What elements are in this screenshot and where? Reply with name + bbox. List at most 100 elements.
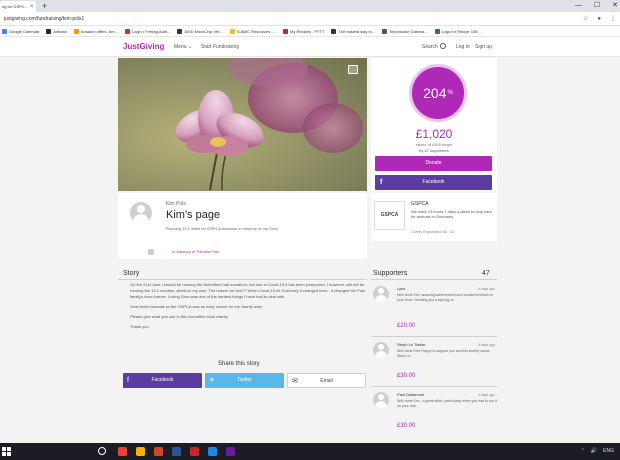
share-twitter-button[interactable]: ✦ Twitter bbox=[205, 373, 284, 388]
bookmark-item[interactable]: Airbase bbox=[46, 28, 67, 34]
supporter-name: Lyns bbox=[397, 286, 406, 291]
facebook-button-label: Facebook bbox=[422, 179, 445, 185]
address-bar-icons: ☆ ● ⋮ bbox=[583, 14, 616, 24]
bookmark-item[interactable]: My Recipes - PTTT bbox=[283, 28, 325, 34]
signup-link[interactable]: Sign up bbox=[475, 43, 492, 51]
volume-icon[interactable]: 🔊 bbox=[591, 447, 597, 456]
bookmark-favicon-icon bbox=[229, 28, 235, 34]
in-memory-link[interactable]: In Memory of Pamela Pols bbox=[172, 249, 219, 255]
search-icon[interactable] bbox=[98, 447, 106, 455]
percent-raised: 204 bbox=[423, 85, 447, 101]
charity-registration: Charity Registration No. 102 bbox=[411, 230, 455, 234]
bookmark-label: My Recipes - PTTT bbox=[290, 28, 325, 34]
bookmark-favicon-icon bbox=[124, 28, 130, 34]
facebook-icon: f bbox=[127, 377, 129, 384]
hero-image[interactable] bbox=[118, 58, 367, 191]
bookmark-item[interactable]: ICAWC Resources -... bbox=[229, 28, 277, 34]
supporters-count-text: by 47 supporters bbox=[419, 148, 449, 153]
share-facebook-button[interactable]: f Facebook bbox=[123, 373, 202, 388]
avatar bbox=[373, 392, 389, 408]
bookmark-item[interactable]: Amazon offers, Am... bbox=[73, 28, 118, 34]
percent-sign: % bbox=[447, 90, 453, 96]
acrobat-icon[interactable] bbox=[190, 447, 199, 456]
charity-name[interactable]: GSPCA bbox=[411, 201, 429, 208]
supporter-time: 4 days ago bbox=[477, 287, 495, 291]
url-field[interactable]: justgiving.com/fundraising/kim-pols1 bbox=[4, 14, 84, 24]
bookmark-label: ICAWC Resources -... bbox=[236, 28, 277, 34]
bookmark-item[interactable]: Login • Frettag Auth... bbox=[124, 28, 170, 34]
share-email-button[interactable]: ✉ Email bbox=[287, 373, 366, 388]
supporter-time: 4 days ago bbox=[477, 393, 495, 397]
close-window-button[interactable]: ✕ bbox=[612, 0, 618, 12]
supporters-count: 47 bbox=[482, 270, 490, 277]
supporter-message: Well done Kim! Happy to support you and … bbox=[397, 349, 490, 358]
charity-description: We work 24 hours 7 days a week to help c… bbox=[411, 209, 492, 219]
bookmark-label: Amazon offers, Am... bbox=[80, 28, 118, 34]
supporters-divider bbox=[371, 279, 497, 280]
office-icon[interactable] bbox=[154, 447, 163, 456]
gallery-icon[interactable] bbox=[348, 65, 358, 74]
donation-panel: 204% £1,020 raised of £500 target by 47 … bbox=[371, 58, 497, 191]
charity-card[interactable]: GSPCA GSPCA We work 24 hours 7 days a we… bbox=[371, 193, 497, 241]
windows-taskbar: ⌃ 🔊 ENG bbox=[0, 443, 620, 460]
supporter-message: Well done Kim, amazing achievement and w… bbox=[397, 293, 494, 302]
bookmark-item[interactable]: Google Calendar bbox=[2, 28, 40, 34]
story-heading: Story bbox=[123, 270, 140, 277]
avatar bbox=[373, 286, 389, 302]
progress-circle: 204% bbox=[409, 64, 467, 122]
chrome-icon[interactable] bbox=[118, 447, 127, 456]
bookmark-item[interactable]: Technicolor Gatewa... bbox=[382, 28, 428, 34]
more-icon[interactable]: ⋮ bbox=[610, 14, 616, 24]
bookmark-label: Logs for Recipe 155... bbox=[441, 28, 481, 34]
search-link[interactable]: Search bbox=[422, 43, 438, 51]
menu-button[interactable]: Menu ⌄ bbox=[174, 43, 192, 51]
page-owner-card: Kim Pols Kim's page Running 13.1 miles f… bbox=[118, 193, 367, 259]
justgiving-logo[interactable]: JustGiving bbox=[123, 42, 164, 52]
bookmark-favicon-icon bbox=[331, 28, 337, 34]
email-icon: ✉ bbox=[292, 378, 298, 385]
tray-expand-icon[interactable]: ⌃ bbox=[581, 447, 585, 456]
mail-icon[interactable] bbox=[208, 447, 217, 456]
star-icon[interactable]: ☆ bbox=[583, 14, 588, 24]
language-indicator[interactable]: ENG bbox=[603, 447, 614, 456]
page-owner[interactable]: Kim Pols bbox=[166, 201, 186, 208]
supporter-divider bbox=[371, 386, 497, 387]
maximize-button[interactable]: ☐ bbox=[594, 0, 600, 12]
app-icon[interactable] bbox=[226, 447, 235, 456]
supporter-time: 4 days ago bbox=[477, 343, 495, 347]
story-paragraph: Please give what you can to this incredi… bbox=[130, 314, 229, 319]
file-explorer-icon[interactable] bbox=[136, 447, 145, 456]
profile-icon[interactable]: ● bbox=[597, 14, 601, 24]
start-icon[interactable] bbox=[2, 447, 11, 456]
new-tab-button[interactable]: + bbox=[42, 0, 47, 12]
browser-tab[interactable]: ng for GSPC... × bbox=[0, 1, 36, 12]
bookmark-favicon-icon bbox=[2, 28, 7, 34]
minimize-button[interactable]: — bbox=[575, 0, 582, 12]
start-fundraising-link[interactable]: Start Fundraising bbox=[201, 43, 239, 51]
bookmark-item[interactable]: AVID MicroChip Vet... bbox=[177, 28, 223, 34]
supporter-message: Well done Kim - a great effort, particul… bbox=[397, 399, 497, 408]
bookmark-favicon-icon bbox=[283, 28, 289, 34]
bookmark-favicon-icon bbox=[46, 28, 52, 34]
site-header: JustGiving Menu ⌄ Start Fundraising Sear… bbox=[0, 37, 620, 57]
bookmark-label: AVID MicroChip Vet... bbox=[184, 28, 223, 34]
facebook-share-button[interactable]: f Facebook bbox=[375, 175, 492, 190]
tab-close-icon[interactable]: × bbox=[30, 2, 34, 12]
bookmark-favicon-icon bbox=[434, 28, 440, 34]
word-icon[interactable] bbox=[172, 447, 181, 456]
search-icon[interactable] bbox=[440, 43, 446, 49]
bookmark-label: The easiest way to... bbox=[338, 28, 376, 34]
charity-logo[interactable]: GSPCA bbox=[374, 201, 405, 230]
bookmark-item[interactable]: Logs for Recipe 155... bbox=[434, 28, 481, 34]
bookmark-label: Google Calendar bbox=[9, 28, 40, 34]
flower-illustration bbox=[175, 58, 363, 191]
bookmark-item[interactable]: The easiest way to... bbox=[331, 28, 376, 34]
bookmark-favicon-icon bbox=[177, 28, 183, 34]
login-link[interactable]: Log in bbox=[456, 43, 470, 51]
bookmark-label: Airbase bbox=[53, 28, 67, 34]
donate-button[interactable]: Donate bbox=[375, 156, 492, 171]
story-paragraph: Thank you bbox=[130, 324, 149, 329]
story-divider bbox=[118, 279, 367, 280]
page-description: Running 13.1 miles for GSPCA because in … bbox=[166, 226, 278, 231]
supporter-name: Steph Le Tissier bbox=[397, 342, 426, 347]
